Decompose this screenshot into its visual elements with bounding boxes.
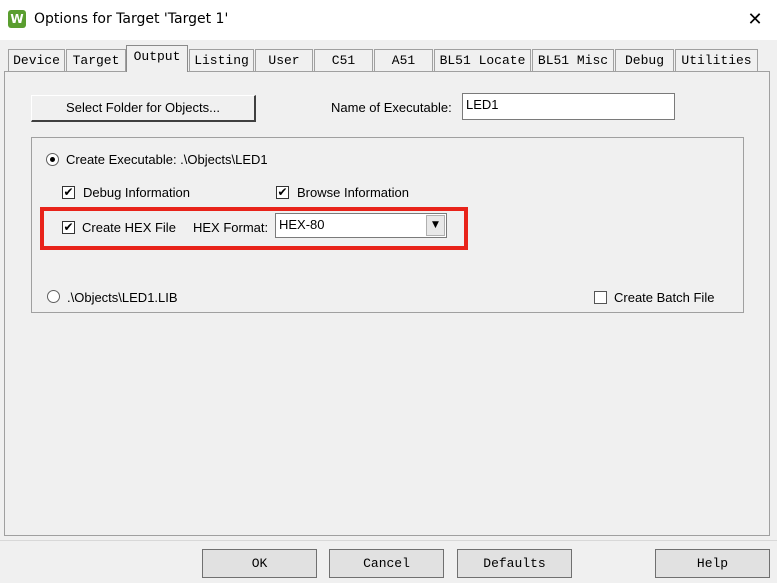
app-icon: W	[8, 10, 26, 28]
create-batch-file-label: Create Batch File	[614, 290, 715, 305]
tab-label: Debug	[624, 53, 664, 68]
create-executable-radio[interactable]	[46, 153, 59, 166]
tab-output[interactable]: Output	[126, 45, 188, 72]
create-library-radio[interactable]	[47, 290, 60, 303]
tab-label: Listing	[194, 53, 249, 68]
tab-bl51-locate[interactable]: BL51 Locate	[434, 49, 531, 71]
tab-label: Output	[133, 49, 181, 64]
window-title: Options for Target 'Target 1'	[34, 11, 229, 27]
tab-device[interactable]: Device	[8, 49, 65, 71]
tab-target[interactable]: Target	[66, 49, 126, 71]
tab-label: Device	[13, 53, 60, 68]
footer-divider	[0, 540, 777, 541]
title-bar: W Options for Target 'Target 1' ✕	[0, 0, 777, 40]
tab-utilities[interactable]: Utilities	[675, 49, 758, 71]
browse-information-label: Browse Information	[297, 185, 409, 200]
debug-information-label: Debug Information	[83, 185, 190, 200]
tab-label: Target	[72, 53, 120, 68]
tab-label: C51	[331, 53, 356, 68]
help-button[interactable]: Help	[655, 549, 770, 578]
tab-label: Utilities	[681, 53, 752, 68]
tab-c51[interactable]: C51	[314, 49, 373, 71]
create-library-label: .\Objects\LED1.LIB	[67, 290, 178, 305]
tab-label: A51	[391, 53, 416, 68]
tab-label: BL51 Locate	[439, 53, 526, 68]
cancel-button[interactable]: Cancel	[329, 549, 444, 578]
tab-label: BL51 Misc	[537, 53, 609, 68]
create-batch-file-checkbox[interactable]	[594, 291, 607, 304]
tab-user[interactable]: User	[255, 49, 313, 71]
hex-highlight-box	[40, 207, 468, 250]
debug-information-checkbox[interactable]: ✔	[62, 186, 75, 199]
name-of-executable-label: Name of Executable:	[331, 100, 452, 115]
tab-debug[interactable]: Debug	[615, 49, 674, 71]
ok-button[interactable]: OK	[202, 549, 317, 578]
close-icon[interactable]: ✕	[740, 6, 770, 34]
defaults-button[interactable]: Defaults	[457, 549, 572, 578]
select-folder-button[interactable]: Select Folder for Objects...	[31, 95, 256, 122]
tab-label: User	[268, 53, 300, 68]
tab-bl51-misc[interactable]: BL51 Misc	[532, 49, 614, 71]
tab-listing[interactable]: Listing	[189, 49, 254, 71]
browse-information-checkbox[interactable]: ✔	[276, 186, 289, 199]
name-of-executable-input[interactable]: LED1	[462, 93, 675, 120]
tab-a51[interactable]: A51	[374, 49, 433, 71]
create-executable-label: Create Executable: .\Objects\LED1	[66, 152, 268, 167]
